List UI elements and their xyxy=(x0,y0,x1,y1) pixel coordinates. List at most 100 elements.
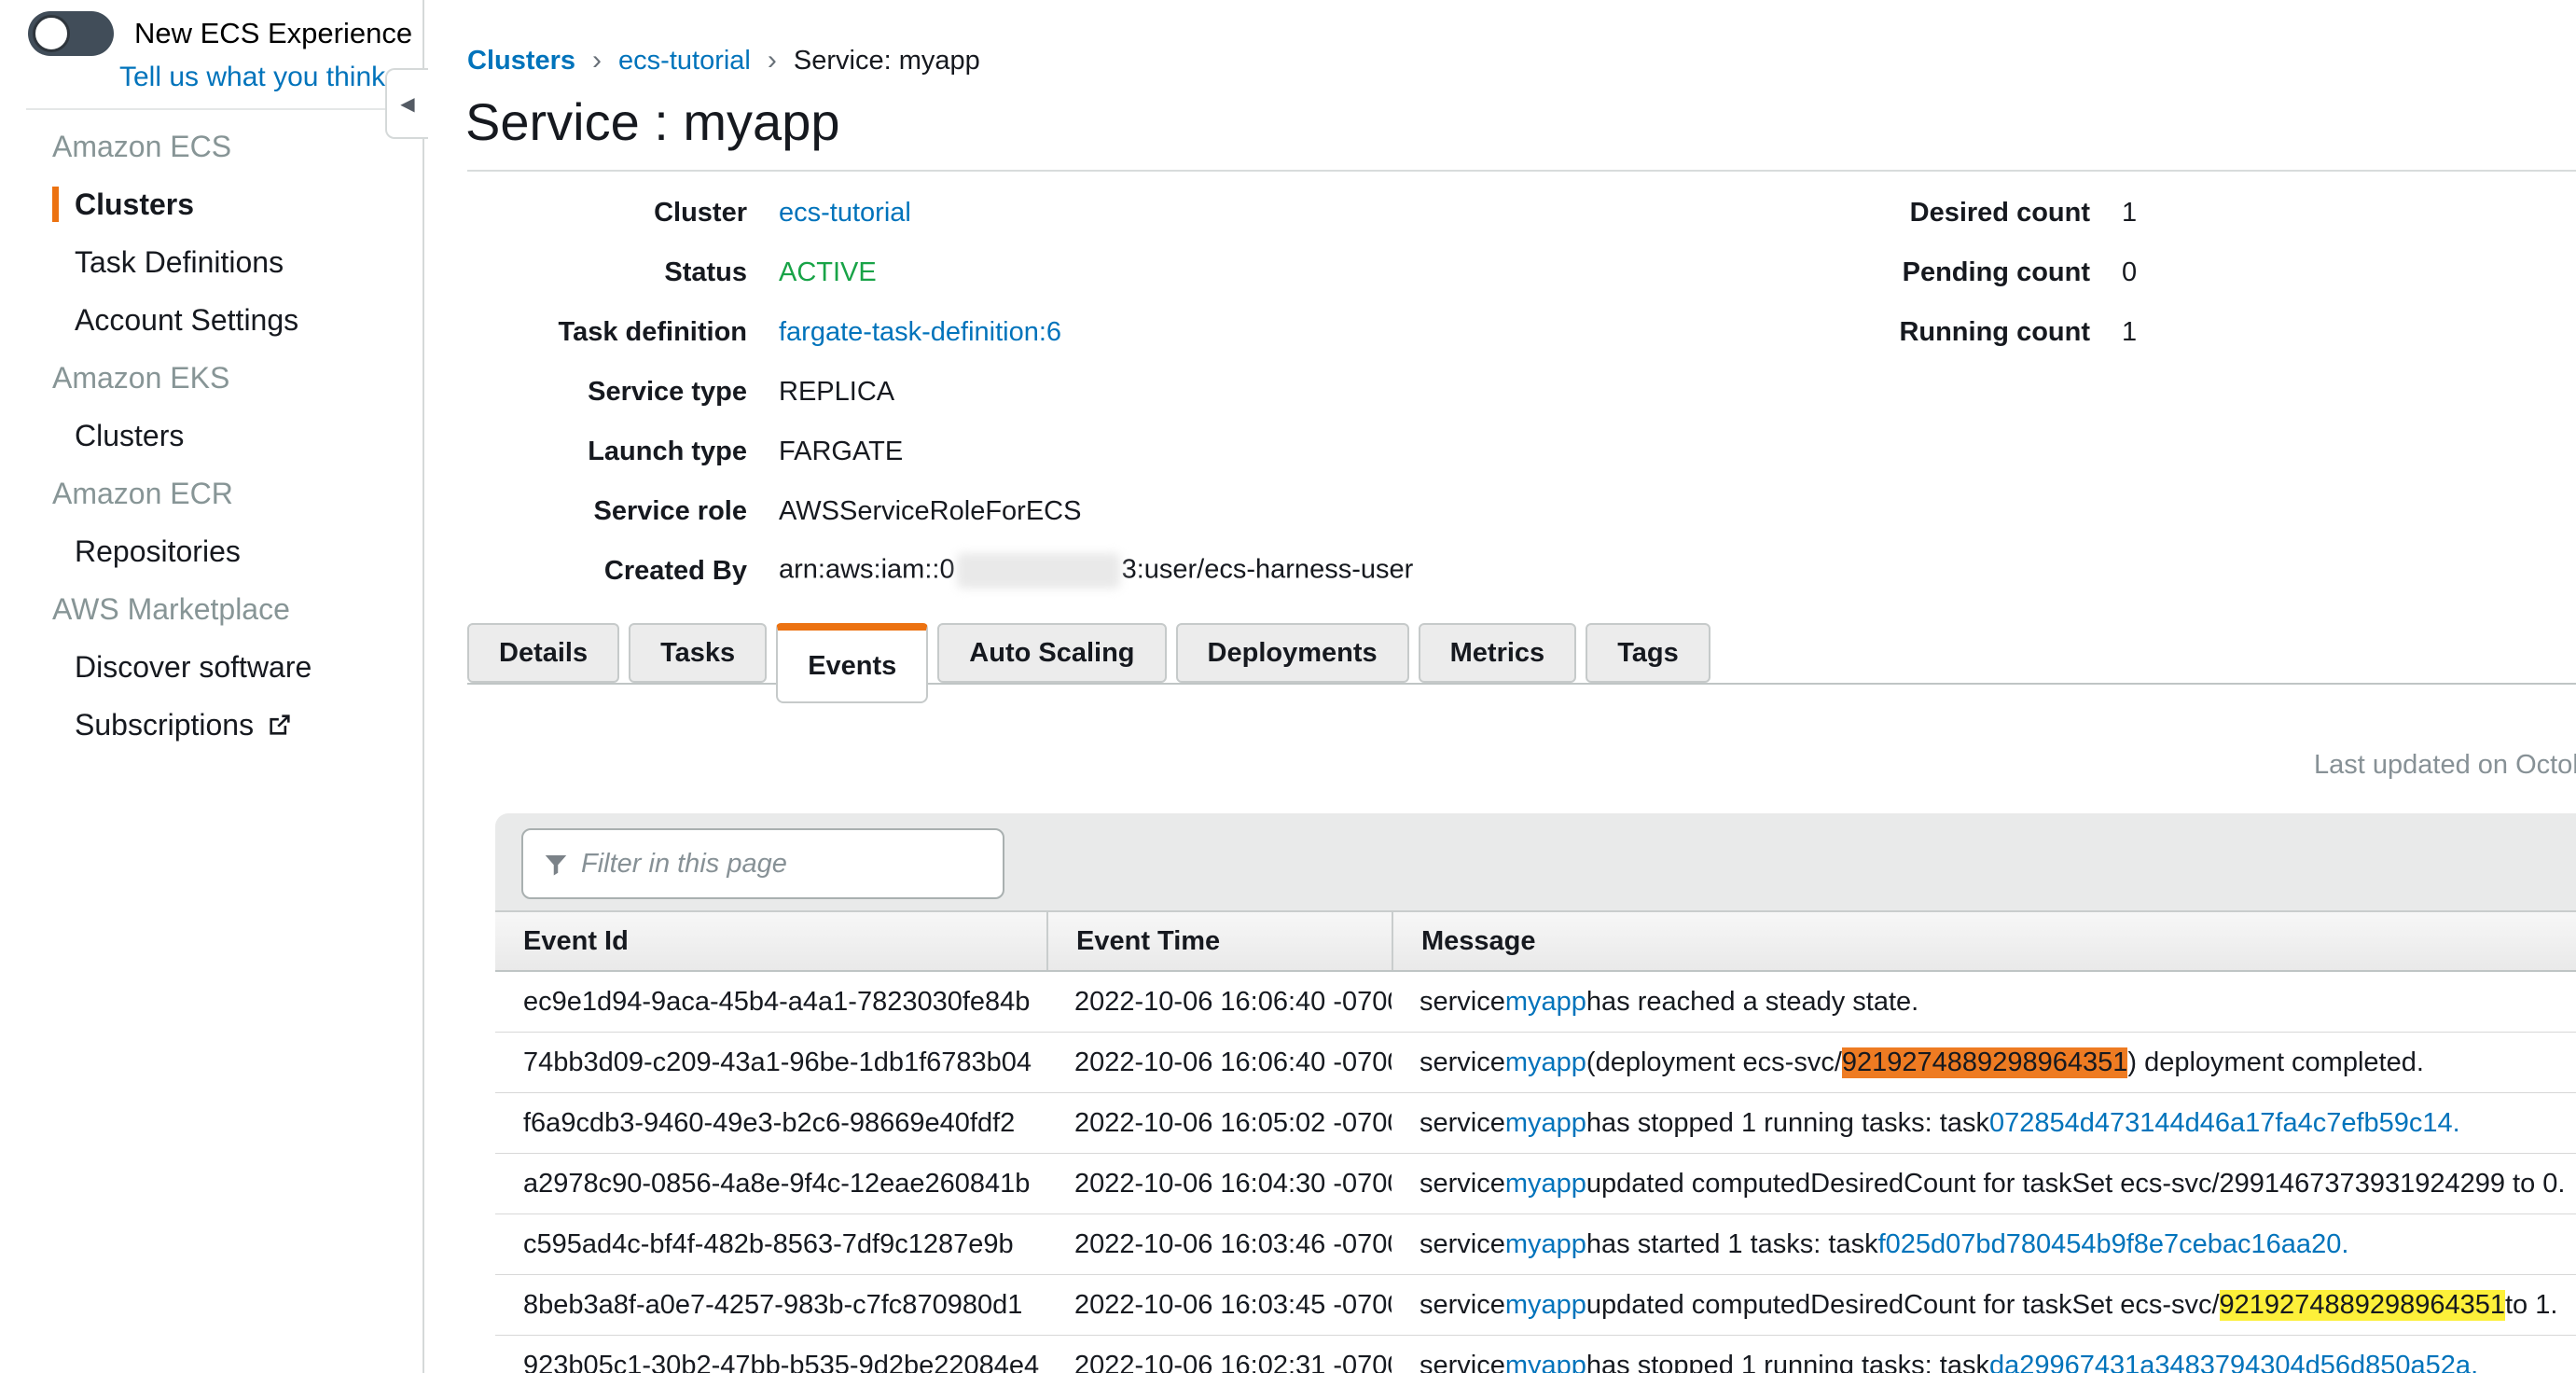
new-ecs-experience-toggle[interactable] xyxy=(28,11,114,56)
message-text: has stopped 1 running tasks: task xyxy=(1586,1108,1989,1139)
breadcrumb-current: Service: myapp xyxy=(794,46,980,76)
sidebar-item-label: Account Settings xyxy=(75,303,298,338)
message-link[interactable]: myapp xyxy=(1505,1290,1586,1321)
sidebar-item-label: Task Definitions xyxy=(75,245,284,280)
detail-value: arn:aws:iam::03:user/ecs-harness-user xyxy=(779,553,1413,589)
detail-value[interactable]: fargate-task-definition:6 xyxy=(779,317,1061,348)
sidebar-item-repositories[interactable]: Repositories xyxy=(0,522,422,580)
filter-input[interactable] xyxy=(581,832,995,895)
sidebar-section-header: AWS Marketplace xyxy=(0,580,422,638)
message-link[interactable]: myapp xyxy=(1505,1351,1586,1373)
detail-value: AWSServiceRoleForECS xyxy=(779,496,1081,527)
detail-row: Desired count 1 xyxy=(1760,183,2137,243)
feedback-link[interactable]: Tell us what you think xyxy=(119,62,385,93)
tab-tags[interactable]: Tags xyxy=(1586,623,1710,683)
detail-label: Service type xyxy=(467,377,747,408)
sidebar-item-label: Repositories xyxy=(75,534,241,569)
detail-label: Running count xyxy=(1760,317,2090,348)
events-table: Event IdEvent TimeMessage ec9e1d94-9aca-… xyxy=(495,910,2576,1373)
service-details-left: Clusterecs-tutorialStatusACTIVETask defi… xyxy=(467,183,1413,601)
filter-funnel-icon xyxy=(542,851,570,883)
message-text: service xyxy=(1420,1047,1505,1078)
column-header-col-time: Event Time xyxy=(1046,912,1392,970)
sidebar-item-subscriptions[interactable]: Subscriptions xyxy=(0,696,422,754)
events-table-header: Event IdEvent TimeMessage xyxy=(495,910,2576,972)
detail-row: Created Byarn:aws:iam::03:user/ecs-harne… xyxy=(467,541,1413,601)
message-link[interactable]: myapp xyxy=(1505,1108,1586,1139)
message-link[interactable]: 072854d473144d46a17fa4c7efb59c14. xyxy=(1989,1108,2460,1139)
message-link[interactable]: myapp xyxy=(1505,987,1586,1018)
redacted-account-id xyxy=(957,553,1120,589)
message-text: updated computedDesiredCount for taskSet… xyxy=(1586,1290,2220,1321)
service-tabs: DetailsTasksEventsAuto ScalingDeployment… xyxy=(467,623,2576,685)
detail-value[interactable]: ecs-tutorial xyxy=(779,198,911,229)
message-link[interactable]: myapp xyxy=(1505,1229,1586,1260)
breadcrumb-separator-icon: › xyxy=(768,45,777,76)
sidebar-item-clusters[interactable]: Clusters xyxy=(0,175,422,233)
event-time-cell: 2022-10-06 16:02:31 -0700 xyxy=(1046,1336,1392,1373)
event-time-cell: 2022-10-06 16:03:46 -0700 xyxy=(1046,1214,1392,1274)
sidebar: New ECS Experience Tell us what you thin… xyxy=(0,0,424,1373)
event-message-cell: service myapp has stopped 1 running task… xyxy=(1392,1336,2576,1373)
table-row: ec9e1d94-9aca-45b4-a4a1-7823030fe84b2022… xyxy=(495,972,2576,1033)
sidebar-item-discover-software[interactable]: Discover software xyxy=(0,638,422,696)
created-by-suffix: 3:user/ecs-harness-user xyxy=(1122,555,1414,585)
detail-value: 1 xyxy=(2122,317,2137,348)
detail-label: Desired count xyxy=(1760,198,2090,229)
breadcrumb-clusters[interactable]: Clusters xyxy=(467,46,575,76)
new-ecs-toggle-row: New ECS Experience xyxy=(28,11,412,56)
event-id-cell: 923b05c1-30b2-47bb-b535-9d2be22084e4 xyxy=(495,1336,1046,1373)
event-message-cell: service myapp has started 1 tasks: task … xyxy=(1392,1214,2576,1274)
table-row: 8beb3a8f-a0e7-4257-983b-c7fc870980d12022… xyxy=(495,1275,2576,1336)
sidebar-collapse-button[interactable]: ◀ xyxy=(385,68,428,139)
detail-row: Service roleAWSServiceRoleForECS xyxy=(467,481,1413,541)
detail-label: Launch type xyxy=(467,437,747,467)
last-updated-text: Last updated on Octob xyxy=(2314,750,2576,781)
tab-auto-scaling[interactable]: Auto Scaling xyxy=(937,623,1166,683)
column-header-col-msg: Message xyxy=(1392,912,2576,970)
breadcrumb: Clusters › ecs-tutorial › Service: myapp xyxy=(467,45,980,76)
event-id-cell: 74bb3d09-c209-43a1-96be-1db1f6783b04 xyxy=(495,1033,1046,1092)
message-link[interactable]: f025d07bd780454b9f8e7cebac16aa20. xyxy=(1878,1229,2349,1260)
detail-row: StatusACTIVE xyxy=(467,243,1413,302)
detail-value: 1 xyxy=(2122,198,2137,229)
breadcrumb-cluster-name[interactable]: ecs-tutorial xyxy=(618,46,751,76)
message-link[interactable]: myapp xyxy=(1505,1047,1586,1078)
event-message-cell: service myapp updated computedDesiredCou… xyxy=(1392,1154,2576,1214)
search-highlight: 9219274889298964351 xyxy=(2220,1290,2505,1321)
message-text: (deployment ecs-svc/ xyxy=(1586,1047,1842,1078)
table-row: 74bb3d09-c209-43a1-96be-1db1f6783b042022… xyxy=(495,1033,2576,1093)
column-header-col-id: Event Id xyxy=(495,912,1046,970)
sidebar-divider xyxy=(26,108,392,110)
detail-label: Task definition xyxy=(467,317,747,348)
event-message-cell: service myapp has reached a steady state… xyxy=(1392,972,2576,1032)
message-link[interactable]: myapp xyxy=(1505,1169,1586,1200)
detail-value: ACTIVE xyxy=(779,257,877,288)
tab-tasks[interactable]: Tasks xyxy=(629,623,767,683)
sidebar-item-eks-clusters[interactable]: Clusters xyxy=(0,407,422,465)
tab-details[interactable]: Details xyxy=(467,623,619,683)
detail-row: Clusterecs-tutorial xyxy=(467,183,1413,243)
sidebar-nav: Amazon ECSClustersTask DefinitionsAccoun… xyxy=(0,118,422,754)
search-highlight: 9219274889298964351 xyxy=(1842,1047,2127,1078)
main-content: Clusters › ecs-tutorial › Service: myapp… xyxy=(426,0,2576,1373)
sidebar-item-account-settings[interactable]: Account Settings xyxy=(0,291,422,349)
detail-row: Launch typeFARGATE xyxy=(467,422,1413,481)
event-id-cell: ec9e1d94-9aca-45b4-a4a1-7823030fe84b xyxy=(495,972,1046,1032)
service-details-counts: Desired count1Pending count0Running coun… xyxy=(1760,183,2137,362)
new-ecs-toggle-label: New ECS Experience xyxy=(134,17,412,50)
tab-events[interactable]: Events xyxy=(776,623,928,703)
sidebar-section-header: Amazon ECR xyxy=(0,465,422,522)
message-text: updated computedDesiredCount for taskSet… xyxy=(1586,1169,2566,1200)
detail-label: Pending count xyxy=(1760,257,2090,288)
tab-deployments[interactable]: Deployments xyxy=(1176,623,1409,683)
message-link[interactable]: da29967431a3483794304d56d850a52a. xyxy=(1989,1351,2478,1373)
message-text: has started 1 tasks: task xyxy=(1586,1229,1878,1260)
message-text: has reached a steady state. xyxy=(1586,987,1918,1018)
tab-metrics[interactable]: Metrics xyxy=(1419,623,1577,683)
message-text: service xyxy=(1420,1108,1505,1139)
sidebar-section-header: Amazon ECS xyxy=(0,118,422,175)
detail-row: Task definition fargate-task-definition:6 xyxy=(467,302,1413,362)
detail-row: Service typeREPLICA xyxy=(467,362,1413,422)
sidebar-item-task-definitions[interactable]: Task Definitions xyxy=(0,233,422,291)
